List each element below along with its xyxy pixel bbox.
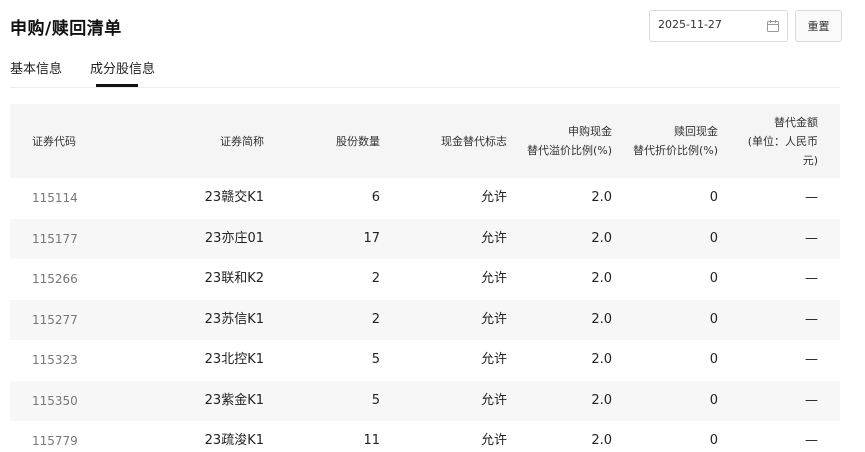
- cell-flag: 允许: [480, 230, 507, 246]
- cell-sub-premium: 2.0: [591, 433, 612, 448]
- cell-sub-premium: 2.0: [591, 271, 612, 286]
- cell-red-discount: 0: [709, 190, 718, 205]
- cell-sub-premium: 2.0: [591, 230, 612, 246]
- header-red-discount-line1: 赎回现金: [674, 125, 718, 138]
- table-row: 115779 23疏浚K1 11 允许 2.0 0 —: [10, 421, 840, 452]
- cell-flag: 允许: [480, 352, 507, 367]
- table-header: 证券代码 证券简称 股份数量 现金替代标志 申购现金 替代溢价比例(%) 赎回现…: [10, 104, 840, 178]
- constituents-table: 证券代码 证券简称 股份数量 现金替代标志 申购现金 替代溢价比例(%) 赎回现…: [10, 104, 840, 452]
- reset-button[interactable]: 重置: [795, 10, 842, 42]
- cell-amount: —: [805, 190, 818, 205]
- cell-sub-premium: 2.0: [591, 190, 612, 205]
- cell-name: 23北控K1: [204, 352, 264, 367]
- cell-qty: 6: [371, 190, 380, 205]
- cell-name: 23疏浚K1: [204, 433, 264, 448]
- table-row: 115266 23联和K2 2 允许 2.0 0 —: [10, 259, 840, 300]
- header-cash-flag: 现金替代标志: [441, 135, 507, 148]
- date-picker[interactable]: [649, 10, 788, 42]
- table-row: 115350 23紫金K1 5 允许 2.0 0 —: [10, 380, 840, 421]
- cell-name: 23联和K2: [204, 271, 264, 286]
- header-amount-line1: 替代金额: [774, 116, 818, 129]
- cell-flag: 允许: [480, 392, 507, 408]
- calendar-icon[interactable]: [767, 20, 779, 32]
- header-amount-line2: (单位：人民币: [747, 135, 818, 148]
- cell-amount: —: [805, 311, 818, 327]
- cell-name: 23亦庄01: [204, 230, 264, 246]
- cell-flag: 允许: [480, 433, 507, 448]
- cell-red-discount: 0: [709, 433, 718, 448]
- cell-red-discount: 0: [709, 271, 718, 286]
- cell-red-discount: 0: [709, 230, 718, 246]
- cell-amount: —: [805, 352, 818, 367]
- tabs-divider: [10, 87, 840, 88]
- cell-name: 23赣交K1: [204, 190, 264, 205]
- cell-qty: 5: [371, 392, 380, 408]
- header-amount: 替代金额 (单位：人民币 元): [748, 113, 818, 170]
- cell-flag: 允许: [480, 311, 507, 327]
- cell-red-discount: 0: [709, 352, 718, 367]
- cell-code: 115779: [32, 434, 78, 448]
- cell-qty: 17: [363, 230, 380, 246]
- date-input[interactable]: [658, 18, 758, 31]
- cell-code: 115266: [32, 272, 78, 286]
- cell-amount: —: [805, 271, 818, 286]
- cell-flag: 允许: [480, 190, 507, 205]
- cell-sub-premium: 2.0: [591, 392, 612, 408]
- cell-code: 115323: [32, 353, 78, 367]
- header-name: 证券简称: [220, 135, 264, 148]
- header-sub-premium: 申购现金 替代溢价比例(%): [527, 122, 612, 160]
- table-row: 115277 23苏信K1 2 允许 2.0 0 —: [10, 299, 840, 340]
- cell-qty: 2: [371, 271, 380, 286]
- cell-qty: 5: [371, 352, 380, 367]
- header-sub-premium-line2: 替代溢价比例(%): [526, 144, 612, 157]
- cell-sub-premium: 2.0: [591, 311, 612, 327]
- cell-red-discount: 0: [709, 311, 718, 327]
- cell-qty: 2: [371, 311, 380, 327]
- cell-code: 115277: [32, 312, 78, 327]
- table-row: 115177 23亦庄01 17 允许 2.0 0 —: [10, 218, 840, 259]
- cell-name: 23紫金K1: [204, 392, 264, 408]
- header-code: 证券代码: [32, 135, 76, 148]
- cell-code: 115177: [32, 231, 78, 246]
- cell-name: 23苏信K1: [204, 311, 264, 327]
- tab-basic-info[interactable]: 基本信息: [10, 58, 62, 88]
- cell-flag: 允许: [480, 271, 507, 286]
- cell-amount: —: [805, 230, 818, 246]
- cell-sub-premium: 2.0: [591, 352, 612, 367]
- table-row: 115114 23赣交K1 6 允许 2.0 0 —: [10, 178, 840, 219]
- cell-red-discount: 0: [709, 392, 718, 408]
- cell-amount: —: [805, 392, 818, 408]
- header-amount-line3: 元): [802, 154, 818, 167]
- header-red-discount-line2: 替代折价比例(%): [632, 144, 718, 157]
- header-qty: 股份数量: [336, 135, 380, 148]
- header-sub-premium-line1: 申购现金: [568, 125, 612, 138]
- cell-amount: —: [805, 433, 818, 448]
- cell-code: 115114: [32, 191, 78, 205]
- cell-qty: 11: [363, 433, 380, 448]
- table-row: 115323 23北控K1 5 允许 2.0 0 —: [10, 340, 840, 381]
- cell-code: 115350: [32, 393, 78, 408]
- page-title: 申购/赎回清单: [10, 19, 122, 39]
- header-red-discount: 赎回现金 替代折价比例(%): [633, 122, 718, 160]
